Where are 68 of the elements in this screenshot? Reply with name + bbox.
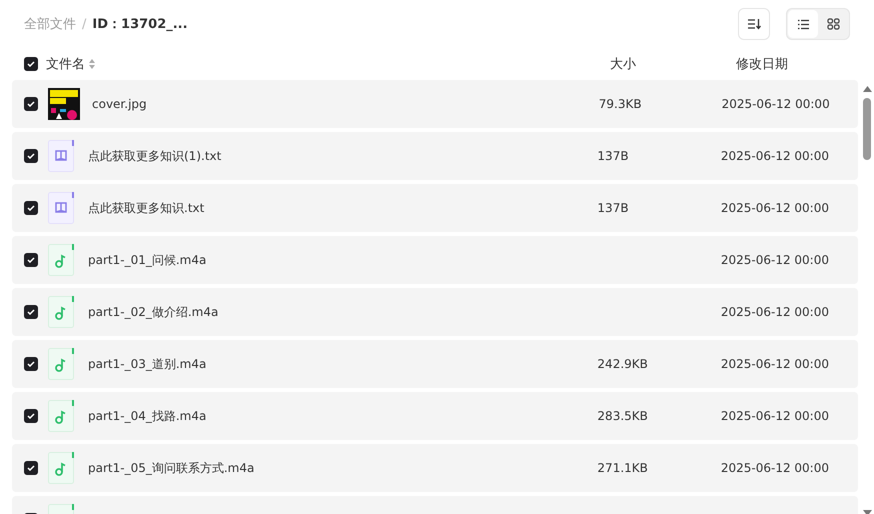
- row-checkbox[interactable]: [24, 149, 38, 163]
- modified-date: 2025-06-12 00:00: [720, 357, 829, 371]
- check-icon: [27, 413, 35, 419]
- audio-file-icon: [48, 452, 76, 484]
- modified-date: 2025-06-12 00:00: [720, 461, 829, 475]
- column-header: 大小: [610, 56, 636, 73]
- file-row[interactable]: 点此获取更多知识(1).txt 137B 2025-06-12 00:00: [12, 132, 858, 180]
- file-row[interactable]: part1-_03_道别.m4a 242.9KB 2025-06-12 00:00: [12, 340, 858, 388]
- file-size: 137B: [597, 149, 629, 163]
- file-row[interactable]: part1-_04_找路.m4a 283.5KB 2025-06-12 00:00: [12, 392, 858, 440]
- check-icon: [27, 309, 35, 315]
- audio-file-icon: [48, 400, 76, 432]
- modified-date: 2025-06-12 00:00: [722, 97, 830, 111]
- modified-date: 2025-06-12 00:00: [720, 201, 829, 215]
- audio-file-icon: [48, 348, 76, 380]
- check-icon: [27, 101, 35, 107]
- file-name: part1-_05_询问联系方式.m4a: [88, 460, 254, 474]
- file-name: cover.jpg: [92, 97, 147, 111]
- breadcrumb-separator: /: [82, 16, 86, 32]
- row-checkbox[interactable]: [24, 305, 38, 319]
- check-icon: [27, 153, 35, 159]
- grid-icon: [826, 18, 840, 30]
- file-name: part1-_03_道别.m4a: [88, 356, 206, 370]
- row-checkbox[interactable]: [24, 409, 38, 423]
- image-thumbnail: [48, 88, 80, 120]
- audio-file-icon: [48, 296, 76, 328]
- modified-date: 2025-06-12 00:00: [720, 409, 829, 423]
- file-size: 242.9KB: [597, 357, 648, 371]
- file-name: 点此获取更多知识(1).txt: [88, 148, 222, 162]
- list-icon: [796, 18, 810, 30]
- modified-date: 2025-06-12 00:00: [720, 253, 829, 267]
- file-name: 点此获取更多知识.txt: [88, 200, 204, 214]
- row-checkbox[interactable]: [24, 201, 38, 215]
- sort-lines-icon: [747, 18, 761, 30]
- file-row[interactable]: cover.jpg 79.3KB 2025-06-12 00:00: [12, 80, 858, 128]
- row-checkbox[interactable]: [24, 253, 38, 267]
- file-row[interactable]: part1-_01_问候.m4a 2025-06-12 00:00: [12, 236, 858, 284]
- file-size: 283.5KB: [597, 409, 648, 423]
- file-row[interactable]: 点此获取更多知识.txt 137B 2025-06-12 00:00: [12, 184, 858, 232]
- sort-button[interactable]: [738, 8, 770, 40]
- check-icon: [27, 361, 35, 367]
- file-size: 137B: [597, 201, 629, 215]
- check-icon: [27, 205, 35, 211]
- row-checkbox[interactable]: [24, 461, 38, 475]
- file-name: part1-_02_做介绍.m4a: [88, 304, 218, 318]
- file-row[interactable]: part1-_05_询问联系方式.m4a 271.1KB 2025-06-12 00:00: [12, 444, 858, 492]
- column-header: 修改日期: [736, 56, 788, 73]
- list-view-button[interactable]: [788, 10, 818, 38]
- row-checkbox[interactable]: [24, 97, 38, 111]
- audio-file-icon: [48, 244, 76, 276]
- select-all-checkbox[interactable]: [24, 57, 38, 71]
- check-icon: [27, 257, 35, 263]
- file-size: 271.1KB: [597, 461, 648, 475]
- file-row[interactable]: part1-_02_做介绍.m4a 2025-06-12 00:00: [12, 288, 858, 336]
- check-icon: [27, 61, 35, 67]
- file-name: part1-_01_问候.m4a: [88, 252, 206, 266]
- column-header[interactable]: 文件名: [46, 55, 85, 73]
- row-checkbox[interactable]: [24, 357, 38, 371]
- file-size: 79.3KB: [598, 97, 642, 111]
- scroll-up-icon[interactable]: [862, 86, 872, 92]
- file-name: part1-_04_找路.m4a: [88, 408, 206, 422]
- scrollbar-thumb[interactable]: [863, 98, 871, 160]
- breadcrumb-current: ID：13702_...: [92, 16, 188, 33]
- text-file-icon: [48, 140, 76, 172]
- check-icon: [27, 465, 35, 471]
- modified-date: 2025-06-12 00:00: [720, 149, 829, 163]
- modified-date: 2025-06-12 00:00: [720, 305, 829, 319]
- text-file-icon: [48, 192, 76, 224]
